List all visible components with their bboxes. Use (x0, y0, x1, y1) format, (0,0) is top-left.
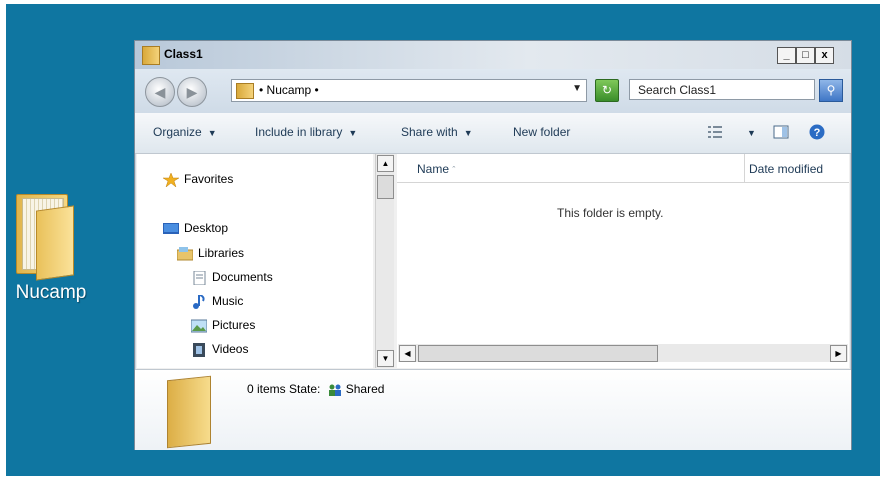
nav-item-desktop[interactable]: Desktop (163, 221, 228, 236)
new-folder-button[interactable]: New folder (513, 125, 570, 139)
details-pane: 0 items State: Shared (135, 369, 851, 450)
breadcrumb[interactable]: • Nucamp • (259, 83, 319, 97)
share-with-button[interactable]: Share with ▼ (401, 125, 473, 139)
empty-folder-message: This folder is empty. (557, 206, 664, 220)
nav-item-label: Music (212, 294, 244, 308)
organize-label: Organize (153, 125, 202, 139)
folder-icon (167, 375, 211, 449)
libraries-icon (176, 246, 194, 261)
navigation-pane: Favorites Desktop Libraries Documents Mu… (137, 154, 373, 368)
shared-people-icon (328, 384, 342, 396)
nav-item-label: Documents (212, 270, 273, 284)
desktop-icon-label: Nucamp (15, 282, 87, 303)
item-count: 0 items (247, 382, 286, 396)
close-button[interactable]: x (815, 47, 834, 64)
state-value: Shared (345, 382, 385, 396)
sort-icon: ˆ (452, 165, 456, 175)
share-with-label: Share with (401, 125, 458, 139)
star-icon (162, 172, 180, 188)
navigation-bar: ◀ ▶ • Nucamp • ▼ ↻ Search Class1 ⚲ (135, 69, 851, 113)
include-in-library-button[interactable]: Include in library ▼ (255, 125, 357, 139)
column-header: Name ˆ Date modified (397, 154, 849, 183)
state-label: State: (289, 382, 321, 396)
scroll-down-icon[interactable]: ▼ (377, 350, 394, 367)
maximize-button[interactable]: □ (796, 47, 815, 64)
view-options-icon[interactable] (707, 124, 723, 140)
desktop-icon (163, 222, 179, 236)
forward-button[interactable]: ▶ (177, 77, 207, 107)
minimize-button[interactable]: _ (777, 47, 796, 64)
back-arrow-icon: ◀ (154, 84, 166, 100)
music-icon (191, 293, 207, 309)
nav-item-label: Libraries (198, 246, 245, 260)
refresh-button[interactable]: ↻ (595, 79, 619, 102)
nav-item-favorites[interactable]: Favorites (162, 172, 234, 188)
scroll-left-icon[interactable]: ◀ (399, 345, 416, 362)
details-info: 0 items State: Shared (247, 382, 384, 396)
address-bar[interactable]: • Nucamp • ▼ (231, 79, 587, 102)
file-list: Name ˆ Date modified This folder is empt… (397, 154, 849, 368)
back-button[interactable]: ◀ (145, 77, 175, 107)
folder-icon (142, 46, 160, 65)
nav-item-label: Desktop (184, 221, 229, 235)
scroll-thumb[interactable] (377, 175, 394, 199)
scroll-thumb[interactable] (418, 345, 658, 362)
nav-item-libraries[interactable]: Libraries (176, 246, 245, 261)
nav-item-pictures[interactable]: Pictures (190, 318, 256, 333)
include-in-library-label: Include in library (255, 125, 343, 139)
chevron-down-icon: ▼ (207, 128, 217, 138)
pictures-icon (190, 319, 208, 333)
nav-item-videos[interactable]: Videos (191, 342, 248, 357)
search-input[interactable]: Search Class1 (629, 79, 815, 100)
scroll-right-icon[interactable]: ▶ (830, 345, 847, 362)
svg-text:?: ? (814, 127, 821, 139)
explorer-window: Class1 _ □ x ◀ ▶ • Nucamp • ▼ ↻ Search C… (134, 40, 852, 450)
organize-button[interactable]: Organize ▼ (153, 125, 217, 139)
nav-pane-scrollbar[interactable]: ▲ ▼ (375, 154, 394, 368)
folder-icon (236, 83, 254, 99)
chevron-down-icon[interactable]: ▼ (741, 125, 756, 139)
desktop-folder-nucamp[interactable]: Nucamp (6, 190, 96, 304)
forward-arrow-icon: ▶ (186, 84, 198, 100)
nav-item-documents[interactable]: Documents (191, 270, 273, 286)
folder-icon (16, 190, 74, 281)
column-name[interactable]: Name ˆ (417, 162, 455, 176)
file-list-scrollbar[interactable]: ◀ ▶ (398, 344, 848, 362)
title-bar[interactable]: Class1 _ □ x (135, 41, 851, 69)
nav-item-label: Pictures (212, 318, 256, 332)
chevron-down-icon: ▼ (463, 128, 473, 138)
nav-item-label: Videos (212, 342, 249, 356)
command-bar: Organize ▼ Include in library ▼ Share with… (135, 113, 851, 154)
column-name-label: Name (417, 162, 450, 176)
window-title: Class1 (164, 47, 203, 61)
column-date-modified[interactable]: Date modified (749, 162, 823, 176)
documents-icon (191, 270, 207, 286)
search-button[interactable]: ⚲ (819, 79, 843, 102)
preview-pane-icon[interactable] (773, 124, 789, 140)
videos-icon (191, 342, 207, 357)
search-icon: ⚲ (826, 83, 836, 97)
help-icon[interactable]: ? (809, 124, 825, 140)
nav-item-label: Favorites (184, 172, 234, 186)
column-divider[interactable] (744, 154, 745, 182)
chevron-down-icon: ▼ (348, 128, 358, 138)
nav-item-music[interactable]: Music (191, 293, 244, 309)
chevron-down-icon[interactable]: ▼ (572, 83, 582, 94)
scroll-up-icon[interactable]: ▲ (377, 155, 394, 172)
refresh-icon: ↻ (601, 83, 613, 97)
